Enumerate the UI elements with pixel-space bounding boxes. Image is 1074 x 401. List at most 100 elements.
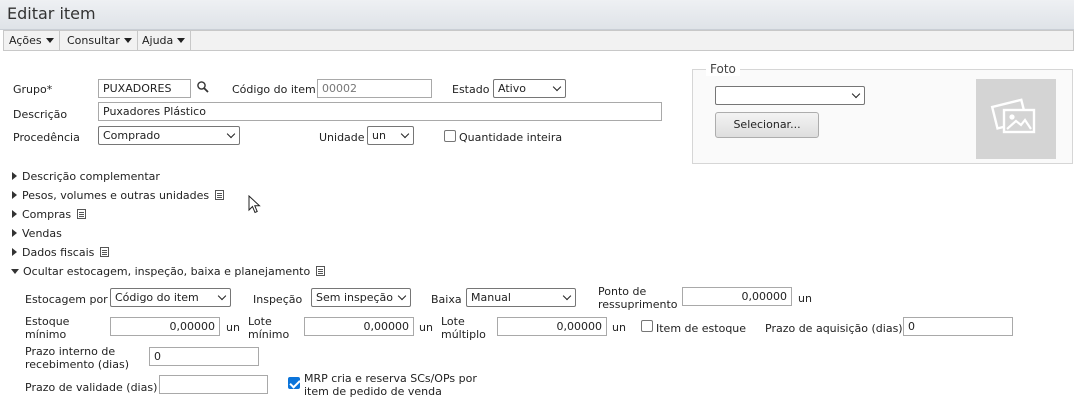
estocagem-por-select[interactable]: Código do item: [110, 288, 231, 307]
menu-consultar-label: Consultar: [67, 34, 120, 47]
ponto-ressuprimento-label: Ponto de ressuprimento: [598, 285, 678, 311]
prazo-interno-input[interactable]: 0: [149, 347, 259, 366]
estocagem-por-label: Estocagem por: [25, 293, 108, 306]
section-label: Compras: [22, 208, 72, 221]
ponto-ressuprimento-label-line1: Ponto de: [598, 285, 647, 298]
menu-acoes-label: Ações: [9, 34, 42, 47]
estado-value: Ativo: [498, 82, 526, 95]
estocagem-por-value: Código do item: [115, 291, 199, 304]
chevron-right-icon: [12, 229, 17, 237]
lote-minimo-label-line1: Lote: [248, 315, 272, 328]
codigo-label: Código do item: [232, 83, 316, 96]
lote-multiplo-label-line1: Lote: [441, 315, 465, 328]
mrp-label: MRP cria e reserva SCs/OPs por item de p…: [304, 372, 477, 398]
lote-minimo-label: Lote mínimo: [248, 315, 289, 341]
procedencia-select[interactable]: Comprado: [98, 126, 240, 145]
chevron-right-icon: [12, 248, 17, 256]
section-label: Ocultar estocagem, inspeção, baixa e pla…: [23, 265, 311, 278]
section-label: Vendas: [22, 227, 62, 240]
window-title: Editar item: [7, 4, 96, 23]
menu-acoes[interactable]: Ações: [4, 31, 60, 50]
lote-multiplo-label: Lote múltiplo: [441, 315, 486, 341]
menu-bar: Ações Consultar Ajuda: [3, 30, 1074, 51]
item-estoque-checkbox[interactable]: [641, 320, 653, 332]
procedencia-label: Procedência: [13, 131, 80, 144]
estoque-minimo-label: Estoque mínimo: [25, 315, 69, 341]
chevron-down-icon: [11, 269, 19, 274]
quantidade-inteira-checkbox[interactable]: [444, 130, 456, 142]
lote-multiplo-label-line2: múltiplo: [441, 328, 486, 341]
estoque-minimo-label-line1: Estoque: [25, 315, 70, 328]
section-vendas[interactable]: Vendas: [12, 227, 62, 240]
unidade-value: un: [372, 129, 386, 142]
lote-minimo-unit: un: [419, 321, 433, 334]
prazo-validade-input[interactable]: [159, 375, 268, 394]
mrp-label-line2: item de pedido de venda: [304, 385, 442, 398]
inspecao-select[interactable]: Sem inspeção: [311, 288, 411, 307]
cursor-icon: [248, 194, 262, 218]
section-estocagem[interactable]: Ocultar estocagem, inspeção, baixa e pla…: [11, 265, 326, 278]
section-compras[interactable]: Compras: [12, 208, 87, 221]
chevron-down-icon: [45, 38, 54, 43]
estoque-minimo-input[interactable]: 0,00000: [110, 317, 220, 336]
estoque-minimo-unit: un: [226, 321, 240, 334]
baixa-value: Manual: [471, 291, 511, 304]
section-label: Descrição complementar: [22, 170, 160, 183]
baixa-select[interactable]: Manual: [466, 288, 576, 307]
chevron-down-icon: [400, 129, 410, 139]
mrp-checkbox[interactable]: [288, 377, 300, 389]
estoque-minimo-label-line2: mínimo: [25, 328, 67, 341]
ponto-ressuprimento-input[interactable]: 0,00000: [682, 287, 792, 306]
unidade-label: Unidade: [319, 131, 365, 144]
chevron-down-icon: [851, 89, 861, 99]
image-icon: [990, 98, 1036, 134]
menu-ajuda-label: Ajuda: [142, 34, 174, 47]
estado-select[interactable]: Ativo: [493, 79, 566, 98]
foto-select[interactable]: [715, 86, 865, 105]
section-dados-fiscais[interactable]: Dados fiscais: [12, 246, 110, 259]
procedencia-value: Comprado: [103, 129, 161, 142]
ponto-ressuprimento-label-line2: ressuprimento: [598, 298, 678, 311]
descricao-input[interactable]: Puxadores Plástico: [98, 102, 662, 121]
inspecao-label: Inspeção: [253, 293, 303, 306]
prazo-interno-label-line1: Prazo interno de: [25, 345, 116, 358]
chevron-down-icon: [397, 291, 407, 301]
document-icon[interactable]: [100, 247, 110, 257]
document-icon[interactable]: [77, 209, 87, 219]
prazo-aquisicao-label: Prazo de aquisição (dias): [765, 322, 903, 335]
codigo-input[interactable]: 00002: [317, 79, 432, 98]
chevron-down-icon: [217, 291, 227, 301]
baixa-label: Baixa: [431, 293, 462, 306]
chevron-down-icon: [177, 38, 186, 43]
mrp-label-line1: MRP cria e reserva SCs/OPs por: [304, 372, 477, 385]
lote-multiplo-input[interactable]: 0,00000: [497, 317, 607, 336]
selecionar-button[interactable]: Selecionar...: [715, 112, 819, 138]
search-icon[interactable]: [196, 80, 210, 94]
prazo-validade-label: Prazo de validade (dias): [25, 381, 158, 394]
prazo-aquisicao-input[interactable]: 0: [903, 317, 1013, 336]
quantidade-inteira-label: Quantidade inteira: [459, 131, 563, 144]
item-estoque-label: Item de estoque: [656, 322, 747, 335]
document-icon[interactable]: [316, 266, 326, 276]
menu-consultar[interactable]: Consultar: [62, 31, 138, 50]
chevron-right-icon: [12, 210, 17, 218]
chevron-right-icon: [12, 191, 17, 199]
chevron-down-icon: [552, 82, 562, 92]
estado-label: Estado: [452, 83, 490, 96]
title-bar: Editar item: [0, 0, 1074, 30]
document-icon[interactable]: [215, 190, 225, 200]
chevron-down-icon: [123, 38, 132, 43]
lote-minimo-input[interactable]: 0,00000: [304, 317, 414, 336]
prazo-interno-label-line2: recebimento (dias): [25, 358, 129, 371]
section-pesos-volumes[interactable]: Pesos, volumes e outras unidades: [12, 189, 225, 202]
inspecao-value: Sem inspeção: [316, 291, 393, 304]
chevron-right-icon: [12, 172, 17, 180]
section-descricao-complementar[interactable]: Descrição complementar: [12, 170, 160, 183]
section-label: Pesos, volumes e outras unidades: [22, 189, 210, 202]
ponto-ressuprimento-unit: un: [798, 292, 812, 305]
menu-ajuda[interactable]: Ajuda: [137, 31, 192, 50]
grupo-input[interactable]: PUXADORES: [98, 79, 191, 98]
unidade-select[interactable]: un: [367, 126, 414, 145]
lote-multiplo-unit: un: [612, 321, 626, 334]
chevron-down-icon: [562, 291, 572, 301]
